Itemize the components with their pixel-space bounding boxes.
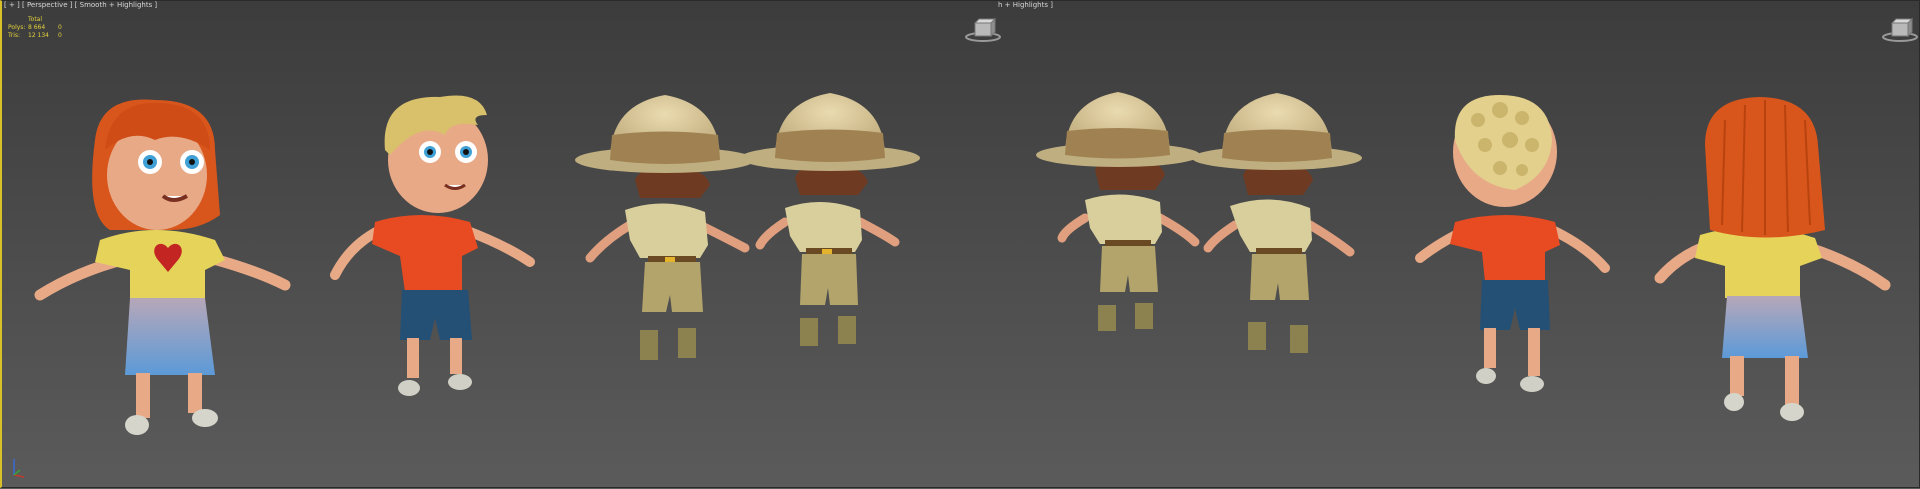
character-girl-back[interactable] <box>1654 97 1891 421</box>
character-ranger-back-left[interactable] <box>1036 92 1200 331</box>
character-girl-front[interactable] <box>34 99 291 436</box>
character-ranger-front-right[interactable] <box>740 93 920 346</box>
character-ranger-back-right[interactable] <box>1192 93 1362 353</box>
character-ranger-front-left[interactable] <box>575 95 755 360</box>
character-boy-back[interactable] <box>1415 95 1610 392</box>
axis-tripod-icon <box>13 459 25 478</box>
scene-canvas[interactable] <box>0 0 1920 489</box>
character-boy-front[interactable] <box>330 95 535 396</box>
